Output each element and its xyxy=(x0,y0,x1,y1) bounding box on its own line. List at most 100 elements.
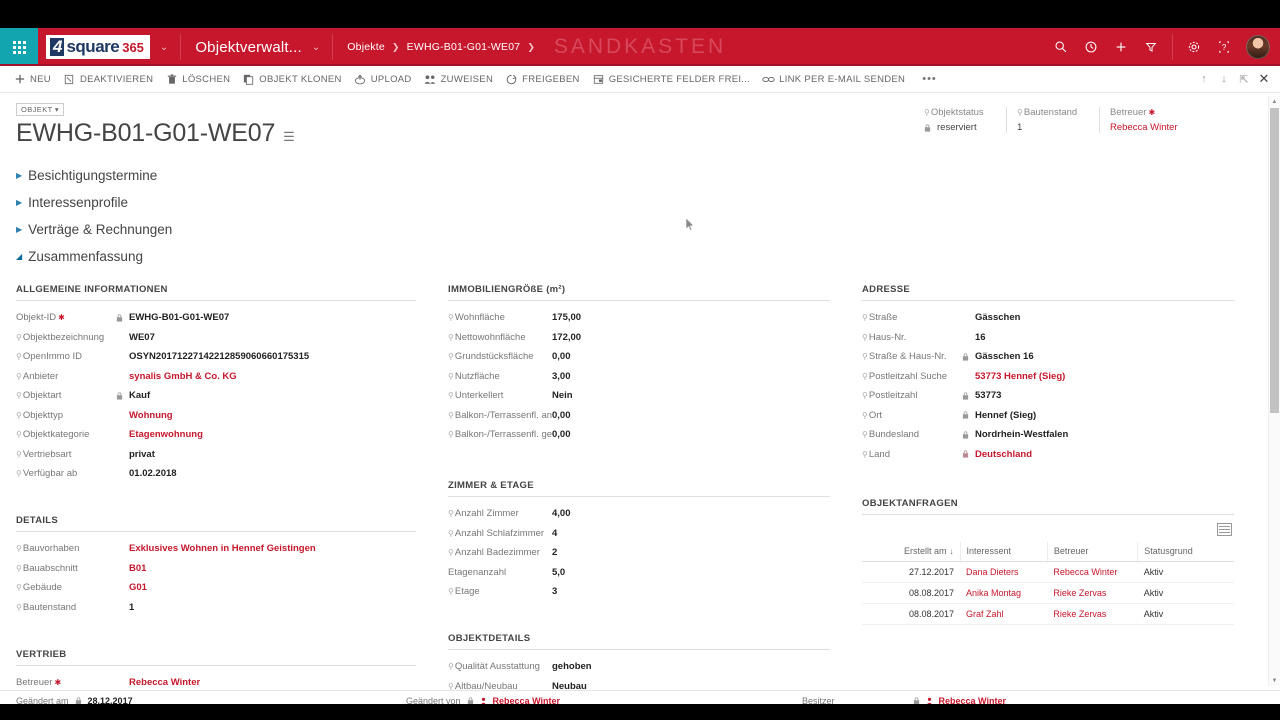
brand-dropdown-chevron-icon[interactable]: ⌄ xyxy=(160,42,168,53)
field-value[interactable]: 16 xyxy=(975,332,986,343)
record-type-badge[interactable]: OBJEKT ▾ xyxy=(16,103,65,116)
footer-value-text[interactable]: Rebecca Winter xyxy=(939,696,1006,704)
field-value[interactable]: WE07 xyxy=(129,332,155,343)
table-row[interactable]: 27.12.2017 Dana Dieters Rebecca Winter A… xyxy=(862,561,1234,583)
app-dropdown-chevron-icon[interactable]: ⌄ xyxy=(312,42,320,53)
field-value[interactable]: 4,00 xyxy=(552,508,571,519)
field-label: Betreuer xyxy=(16,676,53,688)
cell-betreuer[interactable]: Rebecca Winter xyxy=(1047,561,1138,583)
command-gesicherte-felder[interactable]: GESICHERTE FELDER FREI... xyxy=(589,66,759,92)
command-freigeben[interactable]: FREIGEBEN xyxy=(502,66,589,92)
settings-icon[interactable] xyxy=(1179,28,1209,66)
field-value[interactable]: Exklusives Wohnen in Hennef Geistingen xyxy=(129,543,316,554)
accordion-interessenprofile[interactable]: ▶ Interessenprofile xyxy=(16,189,1280,216)
close-icon[interactable]: ✕ xyxy=(1254,66,1274,92)
grid-col-erstellt-am[interactable]: Erstellt am ↓ xyxy=(862,541,961,562)
cell-interessent[interactable]: Anika Montag xyxy=(960,582,1048,604)
section-objektanfragen: OBJEKTANFRAGEN Erstellt am ↓ Interessent … xyxy=(862,498,1234,625)
quick-create-icon[interactable] xyxy=(1106,28,1136,66)
field-value[interactable]: 5,0 xyxy=(552,567,565,578)
help-icon[interactable]: ? xyxy=(1209,28,1239,66)
field-value[interactable]: 2 xyxy=(552,547,557,558)
up-arrow-icon[interactable]: ↑ xyxy=(1194,66,1214,92)
field-value[interactable]: synalis GmbH & Co. KG xyxy=(129,371,237,382)
field-objektbezeichnung: ⚲ Objektbezeichnung WE07 xyxy=(16,330,416,345)
field-value[interactable]: 3 xyxy=(552,586,557,597)
field-value: Kauf xyxy=(129,390,151,401)
field-value[interactable]: 0,00 xyxy=(552,351,571,362)
field-anzahl-schlafzimmer: ⚲ Anzahl Schlafzimmer 4 xyxy=(448,526,830,541)
grid-col-interessent[interactable]: Interessent xyxy=(960,541,1048,562)
scroll-up-button[interactable]: ▲ xyxy=(1269,96,1280,107)
field-value[interactable]: Etagenwohnung xyxy=(129,429,203,440)
search-icon[interactable] xyxy=(1046,28,1076,66)
field-value[interactable]: 172,00 xyxy=(552,332,581,343)
field-value[interactable]: 1 xyxy=(129,602,134,613)
cell-interessent[interactable]: Graf Zahl xyxy=(960,603,1048,625)
user-avatar[interactable] xyxy=(1246,35,1270,59)
section-title: IMMOBILIENGRÖßE (m²) xyxy=(448,284,830,301)
cell-betreuer[interactable]: Rieke Zervas xyxy=(1047,603,1138,625)
table-row[interactable]: 08.08.2017 Graf Zahl Rieke Zervas Aktiv xyxy=(862,603,1234,625)
command-link-per-email[interactable]: LINK PER E-MAIL SENDEN xyxy=(759,66,914,92)
field-value[interactable]: privat xyxy=(129,449,155,460)
field-list: ⚲ Straße Gässchen ⚲ Haus-Nr. 16 ⚲ Straße & … xyxy=(862,310,1234,462)
filter-icon[interactable] xyxy=(1136,28,1166,66)
app-launcher-icon[interactable] xyxy=(0,28,38,66)
field-value[interactable]: Gässchen xyxy=(975,312,1020,323)
command-loeschen[interactable]: LÖSCHEN xyxy=(162,66,239,92)
down-arrow-icon[interactable]: ↓ xyxy=(1214,66,1234,92)
pin-icon: ⚲ xyxy=(1017,108,1023,117)
breadcrumb-item-entity[interactable]: Objekte xyxy=(347,41,385,53)
breadcrumb-item-record[interactable]: EWHG-B01-G01-WE07 xyxy=(407,41,521,53)
field-value[interactable]: OSYN20171227142212859060660175315 xyxy=(129,351,309,362)
recent-icon[interactable] xyxy=(1076,28,1106,66)
command-deaktivieren[interactable]: DEAKTIVIEREN xyxy=(60,66,162,92)
grid-options-icon[interactable] xyxy=(1217,522,1232,536)
cell-interessent[interactable]: Dana Dieters xyxy=(960,561,1048,583)
accordion-vertraege-rechnungen[interactable]: ▶ Verträge & Rechnungen xyxy=(16,216,1280,243)
field-value[interactable]: 175,00 xyxy=(552,312,581,323)
cell-betreuer[interactable]: Rieke Zervas xyxy=(1047,582,1138,604)
command-objekt-klonen[interactable]: OBJEKT KLONEN xyxy=(239,66,350,92)
grid-col-statusgrund[interactable]: Statusgrund xyxy=(1137,541,1234,562)
field-value[interactable]: G01 xyxy=(129,582,147,593)
footer-value-text[interactable]: Rebecca Winter xyxy=(493,696,560,704)
field-value[interactable]: 01.02.2018 xyxy=(129,468,177,479)
command-overflow-button[interactable]: ••• xyxy=(914,73,945,85)
command-label: FREIGEBEN xyxy=(522,73,580,85)
table-row[interactable]: 08.08.2017 Anika Montag Rieke Zervas Akt… xyxy=(862,582,1234,604)
scrollbar-thumb[interactable] xyxy=(1270,108,1279,413)
notes-icon[interactable]: ☰ xyxy=(283,129,295,145)
stat-value: reserviert xyxy=(937,122,977,133)
share-icon xyxy=(504,74,519,85)
command-upload[interactable]: UPLOAD xyxy=(351,66,421,92)
field-value[interactable]: 53773 Hennef (Sieg) xyxy=(975,371,1065,382)
field-value[interactable]: B01 xyxy=(129,563,146,574)
field-value[interactable]: Deutschland xyxy=(975,449,1032,460)
field-value[interactable]: Neubau xyxy=(552,681,587,691)
breadcrumb-separator-2: ❯ xyxy=(527,41,536,52)
field-value[interactable]: Nein xyxy=(552,390,573,401)
scroll-down-button[interactable]: ▼ xyxy=(1269,675,1280,686)
field-value[interactable]: Rebecca Winter xyxy=(129,677,200,688)
accordion-besichtigungstermine[interactable]: ▶ Besichtigungstermine xyxy=(16,162,1280,189)
field-value[interactable]: 4 xyxy=(552,528,557,539)
upload-icon xyxy=(353,74,368,85)
field-value[interactable]: Wohnung xyxy=(129,410,173,421)
pin-icon: ⚲ xyxy=(448,528,454,538)
accordion-label: Zusammenfassung xyxy=(28,249,143,264)
field-label: Vertriebsart xyxy=(22,448,72,460)
command-zuweisen[interactable]: ZUWEISEN xyxy=(421,66,503,92)
stat-value[interactable]: Rebecca Winter xyxy=(1110,122,1178,133)
field-value[interactable]: 0,00 xyxy=(552,429,571,440)
field-value[interactable]: 0,00 xyxy=(552,410,571,421)
popout-icon[interactable]: ⇱ xyxy=(1234,66,1254,92)
form-vertical-scrollbar[interactable]: ▲ ▼ xyxy=(1268,96,1280,686)
command-neu[interactable]: NEU xyxy=(10,66,60,92)
field-label: Objektart xyxy=(22,390,62,401)
field-value[interactable]: gehoben xyxy=(552,661,592,672)
grid-col-betreuer[interactable]: Betreuer xyxy=(1047,541,1139,562)
field-value[interactable]: 3,00 xyxy=(552,371,571,382)
accordion-zusammenfassung[interactable]: ◢ Zusammenfassung xyxy=(16,243,1280,270)
